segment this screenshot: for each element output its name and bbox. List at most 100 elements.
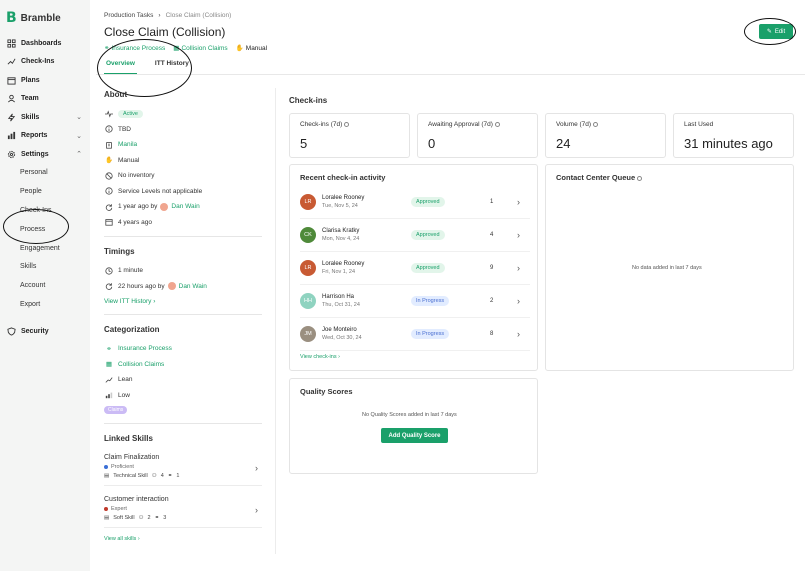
sidebar-subitem-account[interactable]: Account — [0, 276, 90, 295]
level-dot — [104, 465, 108, 469]
updated-by-link[interactable]: Dan Wain — [179, 283, 207, 290]
breadcrumb-current: Close Claim (Collision) — [165, 12, 232, 19]
sidebar-subitem-engagement[interactable]: Engagement — [0, 239, 90, 258]
checkin-person-name: Joe Monteiro — [322, 327, 357, 333]
status-badge: In Progress — [411, 296, 450, 306]
quality-scores-card: Quality Scores No Quality Scores added i… — [289, 378, 538, 474]
category-tags: Claims — [104, 403, 262, 417]
meta-claims-link[interactable]: ▦ Collision Claims — [173, 44, 227, 53]
sidebar-item-skills[interactable]: Skills ⌄ — [0, 108, 90, 127]
avatar: CK — [300, 227, 316, 243]
link-icon: ⚭ — [154, 515, 160, 521]
sidebar-item-label: Security — [21, 327, 49, 335]
checkin-activity-row[interactable]: LR Loralee Rooney Fri, Nov 1, 24 Approved 9 › — [300, 252, 530, 285]
sidebar-subitem-skills[interactable]: Skills — [0, 257, 90, 276]
checkin-activity-row[interactable]: HH Harrison Ha Thu, Oct 31, 24 In Progress 2… — [300, 285, 530, 318]
tab-overview[interactable]: Overview — [104, 58, 137, 74]
breadcrumb: Production Tasks › Close Claim (Collisio… — [104, 12, 231, 19]
meta-process-link[interactable]: ⚭ Insurance Process — [104, 44, 165, 53]
linked-skill-item[interactable]: Customer interaction Expert ▤ Soft Skill … — [104, 492, 262, 528]
view-checkins-link[interactable]: View check-ins › — [300, 354, 340, 360]
link-icon: ⚭ — [104, 45, 110, 52]
category-claims: ▦ Collision Claims — [104, 357, 262, 373]
checkin-activity-row[interactable]: LR Loralee Rooney Tue, Nov 5, 24 Approved 1 › — [300, 186, 530, 219]
checkin-activity-row[interactable]: CK Clarisa Kratky Mon, Nov 4, 24 Approved 4 › — [300, 219, 530, 252]
bolt-icon — [6, 112, 17, 123]
skill-type-icon: ▤ — [104, 515, 110, 521]
avatar: HH — [300, 293, 316, 309]
status-badge: Active — [118, 109, 143, 118]
add-quality-score-button[interactable]: Add Quality Score — [381, 428, 448, 443]
link-icon: ⚭ — [167, 473, 173, 479]
timings-updated: 22 hours ago by Dan Wain — [104, 279, 262, 295]
checkin-activity-row[interactable]: JM Joe Monteiro Wed, Oct 30, 24 In Progress… — [300, 318, 530, 351]
chevron-right-icon: › — [137, 536, 140, 542]
app-logo[interactable]: B Bramble — [0, 8, 90, 28]
section-divider — [104, 423, 262, 424]
stat-card-checkins: Check-ins (7d) 5 — [289, 113, 410, 158]
category-process-link[interactable]: Insurance Process — [118, 345, 172, 352]
sidebar-subitem-export[interactable]: Export — [0, 295, 90, 314]
checkin-count: 9 — [490, 265, 494, 271]
category-claims-link[interactable]: Collision Claims — [118, 361, 164, 368]
sidebar-item-security[interactable]: Security — [0, 322, 90, 341]
status-badge: Approved — [411, 197, 445, 207]
queue-empty-message: No data added in last 7 days — [632, 265, 702, 271]
sidebar-subitem-people[interactable]: People — [0, 182, 90, 201]
sidebar-item-plans[interactable]: Plans — [0, 71, 90, 90]
page-title: Close Claim (Collision) — [104, 25, 226, 39]
sidebar-item-settings[interactable]: Settings ⌃ — [0, 145, 90, 164]
bramble-logo-icon: B — [6, 10, 17, 26]
chevron-right-icon: › — [255, 463, 258, 473]
view-itt-history-link[interactable]: View ITT History › — [104, 294, 262, 308]
header-divider — [96, 74, 805, 75]
about-created: 4 years ago — [104, 215, 262, 231]
sidebar-item-reports[interactable]: Reports ⌄ — [0, 127, 90, 146]
stat-card-last-used: Last Used 31 minutes ago — [673, 113, 794, 158]
sidebar-subitem-check-ins[interactable]: Check-Ins — [0, 201, 90, 220]
chevron-down-icon: ⌄ — [76, 132, 82, 140]
sidebar-item-dashboards[interactable]: Dashboards — [0, 34, 90, 53]
view-all-skills-link[interactable]: View all skills › — [104, 532, 262, 546]
status-badge: Approved — [411, 230, 445, 240]
column-divider — [275, 88, 276, 554]
avatar: LR — [300, 260, 316, 276]
trend-up-icon — [104, 376, 114, 384]
updated-by-link[interactable]: Dan Wain — [171, 203, 199, 210]
breadcrumb-parent[interactable]: Production Tasks — [104, 12, 153, 19]
sidebar-item-label: Settings — [21, 150, 49, 158]
linked-skill-item[interactable]: Claim Finalization Proficient ▤ Technical… — [104, 450, 262, 486]
calendar-icon — [6, 75, 17, 86]
about-status: Active — [104, 106, 262, 122]
quality-empty-message: No Quality Scores added in last 7 days — [362, 412, 457, 418]
sidebar-item-check-ins[interactable]: Check-Ins — [0, 53, 90, 72]
dashboard-icon — [6, 38, 17, 49]
status-badge: Approved — [411, 263, 445, 273]
checkin-person-name: Loralee Rooney — [322, 261, 365, 267]
sidebar-item-team[interactable]: Team — [0, 90, 90, 109]
about-owner: TBD — [104, 122, 262, 138]
checkin-person-name: Harrison Ha — [322, 294, 355, 300]
sidebar-subitem-personal[interactable]: Personal — [0, 164, 90, 183]
chevron-right-icon: › — [517, 197, 520, 207]
linked-skills-title: Linked Skills — [104, 434, 153, 443]
status-badge: In Progress — [411, 329, 450, 339]
stat-card-awaiting-approval: Awaiting Approval (7d) 0 — [417, 113, 538, 158]
tab-itt-history[interactable]: ITT History — [153, 58, 191, 74]
timings-duration: 1 minute — [104, 263, 262, 279]
categorization-title: Categorization — [104, 325, 160, 334]
info-icon — [593, 121, 599, 127]
chevron-up-icon: ⌃ — [76, 151, 82, 159]
checkin-person-name: Clarisa Kratky — [322, 228, 360, 234]
refresh-icon — [104, 282, 114, 291]
edit-button[interactable]: ✎ Edit — [759, 24, 793, 39]
section-divider — [104, 314, 262, 315]
no-inventory-icon — [104, 172, 114, 180]
sidebar-subitem-process[interactable]: Process — [0, 220, 90, 239]
grid-icon: ▦ — [105, 361, 113, 369]
sidebar-item-label: Check-Ins — [21, 58, 55, 66]
trend-icon — [6, 56, 17, 67]
hand-icon: ✋ — [104, 157, 114, 165]
task-meta-row: ⚭ Insurance Process ▦ Collision Claims ✋ Ma… — [104, 44, 267, 53]
location-link[interactable]: Manila — [118, 141, 137, 148]
